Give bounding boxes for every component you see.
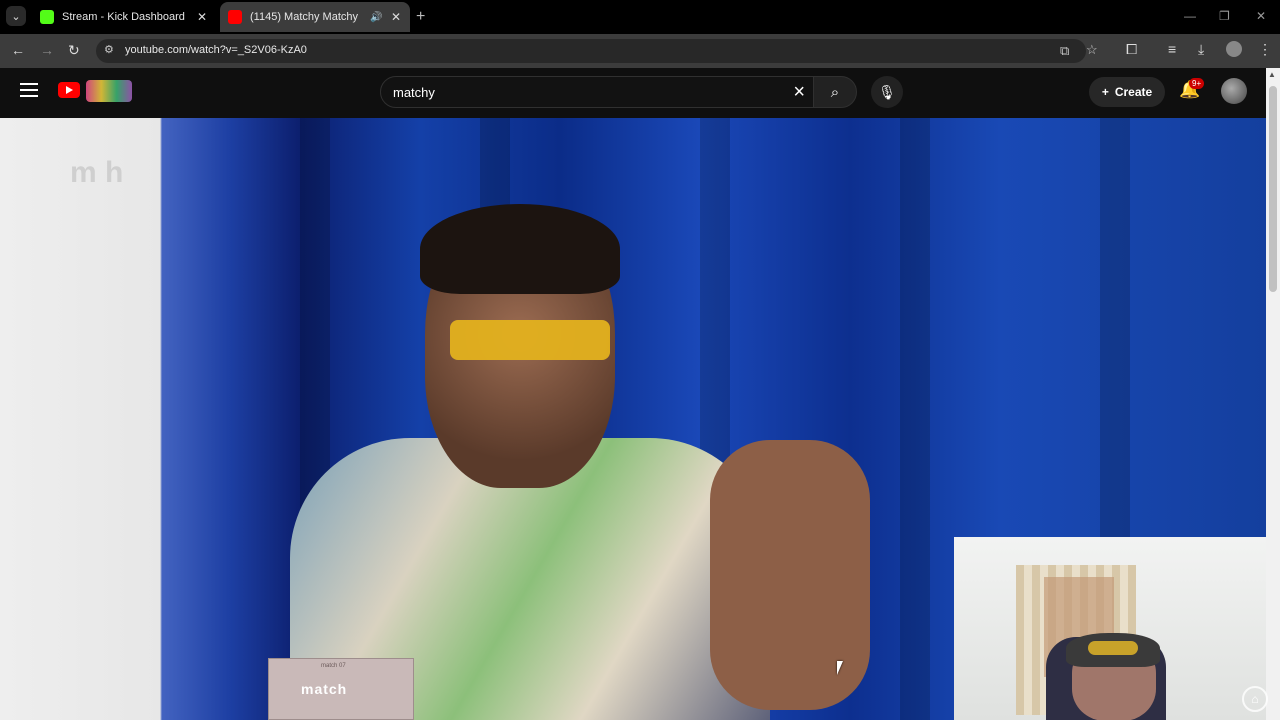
- overlay-logo-icon: ⌂: [1242, 686, 1268, 712]
- scroll-up-arrow-icon[interactable]: ▲: [1268, 70, 1276, 79]
- video-watermark-logo: m h: [70, 156, 124, 189]
- youtube-doodle-logo[interactable]: [86, 80, 132, 102]
- microphone-icon: 🎙: [878, 83, 896, 100]
- create-label: Create: [1114, 85, 1153, 99]
- tab-kick-dashboard[interactable]: Stream - Kick Dashboard ✕: [32, 2, 216, 32]
- page-scrollbar-thumb[interactable]: [1269, 86, 1277, 292]
- extensions-icon[interactable]: ⧠: [1126, 41, 1137, 58]
- clear-search-icon[interactable]: ×: [793, 81, 805, 104]
- reload-icon[interactable]: ↻: [68, 42, 80, 59]
- browser-tab-strip: ⌄ Stream - Kick Dashboard ✕ (1145) Match…: [0, 0, 1280, 34]
- account-avatar[interactable]: [1221, 78, 1247, 104]
- tab-search-menu-button[interactable]: ⌄: [6, 6, 26, 26]
- browser-toolbar: ← → ↻ ⚙ youtube.com/watch?v=_S2V06-KzA0 …: [0, 34, 1280, 68]
- match-box-prop: match 07 match: [268, 658, 414, 720]
- close-tab-icon[interactable]: ✕: [388, 10, 404, 24]
- search-icon: ⌕: [830, 83, 840, 101]
- browser-menu-icon[interactable]: ⋮: [1258, 41, 1272, 58]
- media-control-icon[interactable]: ≡: [1168, 41, 1176, 57]
- search-box[interactable]: matchy ×: [380, 76, 814, 108]
- create-button[interactable]: + Create: [1089, 77, 1165, 107]
- speaker-icon[interactable]: 🔊: [370, 12, 384, 23]
- install-app-icon[interactable]: ⧉: [1060, 43, 1069, 59]
- kick-icon: [40, 10, 54, 24]
- close-tab-icon[interactable]: ✕: [194, 10, 210, 24]
- profile-avatar[interactable]: [1226, 41, 1242, 57]
- download-icon[interactable]: ⤓: [1198, 41, 1204, 58]
- webcam-overlay: [954, 537, 1280, 720]
- address-bar[interactable]: ⚙ youtube.com/watch?v=_S2V06-KzA0 ⧉: [96, 39, 1086, 63]
- tab-title: Stream - Kick Dashboard: [62, 11, 185, 23]
- tab-title: (1145) Matchy Matchy: [250, 11, 359, 23]
- youtube-icon: [228, 10, 242, 24]
- bookmark-star-icon[interactable]: ☆: [1086, 42, 1098, 58]
- back-icon[interactable]: ←: [11, 42, 25, 58]
- plus-icon: +: [1101, 85, 1109, 99]
- tab-youtube-video[interactable]: (1145) Matchy Matchy 🔊 ✕: [220, 2, 410, 32]
- url-text[interactable]: youtube.com/watch?v=_S2V06-KzA0: [125, 44, 307, 56]
- site-info-icon[interactable]: ⚙: [104, 43, 114, 56]
- yellow-sunglasses: [450, 320, 610, 360]
- voice-search-button[interactable]: 🎙: [871, 76, 903, 108]
- youtube-logo[interactable]: [58, 82, 80, 98]
- hamburger-menu-icon[interactable]: [20, 83, 38, 101]
- minimize-icon[interactable]: —: [1184, 9, 1196, 23]
- new-tab-button[interactable]: +: [416, 8, 425, 26]
- search-input[interactable]: matchy: [393, 85, 435, 100]
- video-person: [290, 204, 870, 720]
- close-window-icon[interactable]: ✕: [1256, 9, 1266, 23]
- youtube-header: matchy × ⌕ 🎙 + Create 🔔 9+: [0, 68, 1280, 118]
- mouse-cursor-icon: [837, 661, 849, 675]
- forward-icon[interactable]: →: [40, 42, 54, 58]
- restore-icon[interactable]: ❐: [1219, 9, 1230, 23]
- notification-badge: 9+: [1189, 78, 1205, 89]
- search-button[interactable]: ⌕: [813, 76, 857, 108]
